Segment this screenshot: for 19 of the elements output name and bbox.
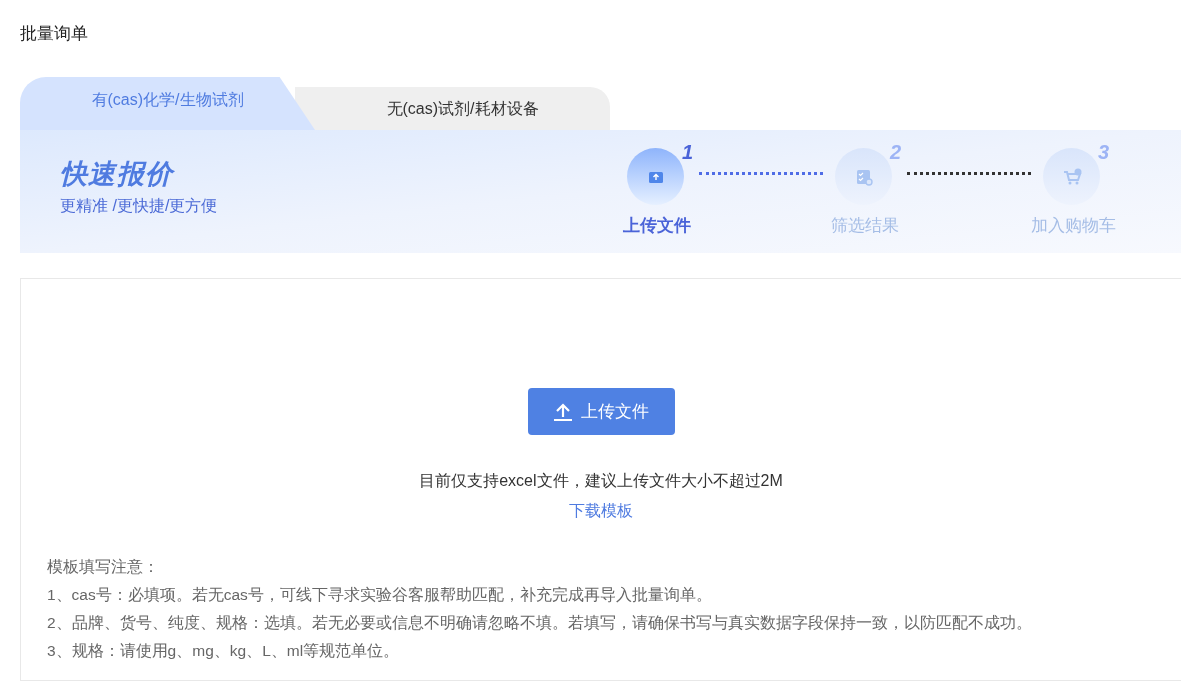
banner-subtitle: 更精准 /更快捷/更方便	[60, 196, 218, 216]
banner-title: 快速报价	[60, 158, 174, 190]
upload-icon	[553, 401, 573, 422]
step-label: 筛选结果	[831, 215, 899, 237]
note-item: 1、cas号：必填项。若无cas号，可线下寻求实验谷客服帮助匹配，补充完成再导入批量询单。	[47, 585, 712, 605]
upload-hint: 目前仅支持excel文件，建议上传文件大小不超过2M	[419, 471, 783, 491]
upload-button[interactable]: 上传文件	[527, 388, 675, 435]
step-label: 加入购物车	[1030, 215, 1116, 237]
step-number: 1	[681, 142, 693, 162]
step-number: 2	[889, 142, 901, 162]
note-item: 2、品牌、货号、纯度、规格：选填。若无必要或信息不明确请忽略不填。若填写，请确保书写与真实数据字段保持一致，以防匹配不成功。	[47, 613, 1032, 633]
tab[interactable]: 有(cas)化学/生物试剂	[20, 77, 315, 130]
tab[interactable]: 无(cas)试剂/耗材设备	[295, 87, 610, 130]
step-label: 上传文件	[623, 215, 691, 237]
step-number: 3	[1097, 142, 1109, 162]
notes-heading: 模板填写注意：	[47, 557, 159, 577]
note-item: 3、规格：请使用g、mg、kg、L、ml等规范单位。	[47, 641, 400, 661]
download-template-link[interactable]: 下载模板	[569, 499, 633, 523]
page-title: 批量询单	[20, 23, 88, 45]
